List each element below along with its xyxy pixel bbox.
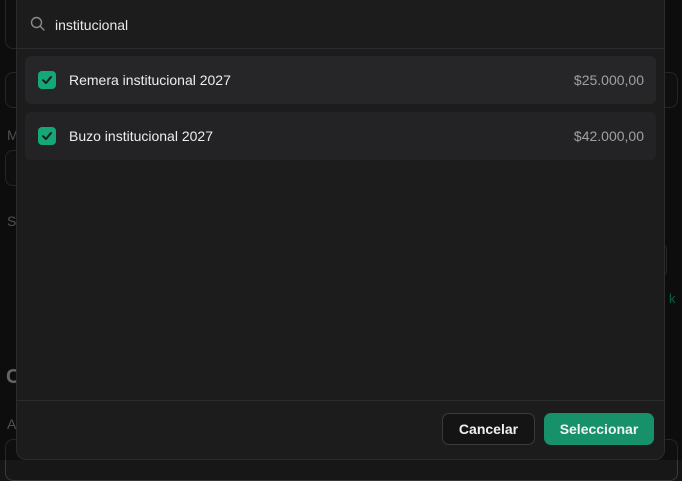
product-list: Remera institucional 2027 $25.000,00 Buz…	[25, 56, 656, 168]
product-select-dialog: Remera institucional 2027 $25.000,00 Buz…	[16, 0, 665, 460]
list-item[interactable]: Remera institucional 2027 $25.000,00	[25, 56, 656, 104]
item-price: $42.000,00	[573, 128, 644, 144]
list-item[interactable]: Buzo institucional 2027 $42.000,00	[25, 112, 656, 160]
search-bar	[17, 0, 664, 49]
checkbox-checked[interactable]	[38, 127, 56, 145]
search-input[interactable]	[53, 12, 617, 38]
item-price: $25.000,00	[573, 72, 644, 88]
check-icon	[42, 132, 52, 140]
cancel-button[interactable]: Cancelar	[442, 413, 535, 445]
check-icon	[42, 76, 52, 84]
item-name: Buzo institucional 2027	[69, 128, 213, 144]
search-icon	[30, 16, 46, 32]
checkbox-checked[interactable]	[38, 71, 56, 89]
select-button[interactable]: Seleccionar	[544, 413, 654, 445]
dialog-footer: Cancelar Seleccionar	[17, 400, 664, 459]
item-name: Remera institucional 2027	[69, 72, 231, 88]
